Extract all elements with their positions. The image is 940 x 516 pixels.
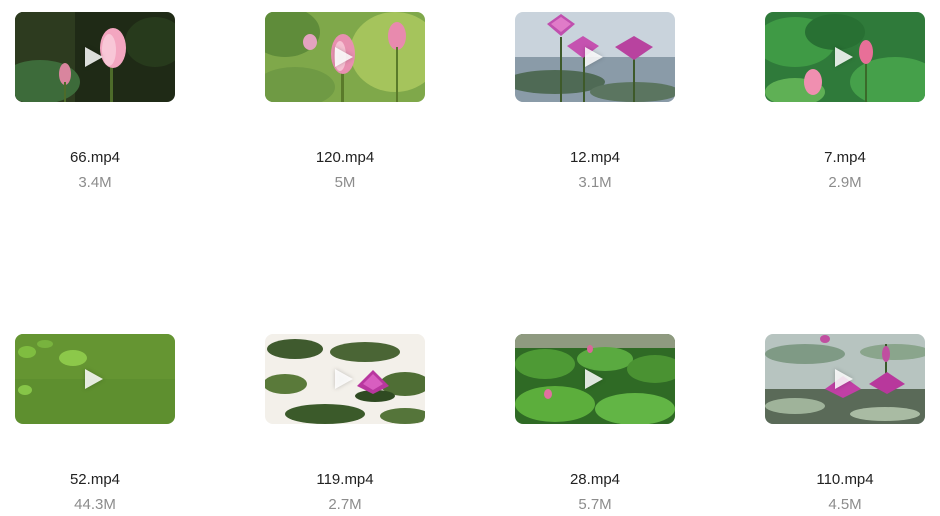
- video-card-28[interactable]: 28.mp4 5.7M: [515, 334, 675, 515]
- video-card-52[interactable]: 52.mp4 44.3M: [15, 334, 175, 515]
- video-size: 3.4M: [78, 174, 112, 191]
- play-icon: [835, 47, 853, 67]
- video-size: 5M: [334, 174, 356, 191]
- video-card-119[interactable]: 119.mp4 2.7M: [265, 334, 425, 515]
- video-name: 12.mp4: [569, 149, 621, 166]
- play-icon: [585, 47, 603, 67]
- play-icon: [585, 369, 603, 389]
- video-name: 66.mp4: [69, 149, 121, 166]
- video-card-120[interactable]: 120.mp4 5M: [265, 12, 425, 193]
- video-name: 110.mp4: [816, 471, 874, 488]
- video-thumbnail[interactable]: [265, 334, 425, 424]
- video-thumbnail[interactable]: [515, 334, 675, 424]
- video-card-66[interactable]: 66.mp4 3.4M: [15, 12, 175, 193]
- video-thumbnail[interactable]: [765, 334, 925, 424]
- video-thumbnail[interactable]: [265, 12, 425, 102]
- video-thumbnail[interactable]: [765, 12, 925, 102]
- video-card-7[interactable]: 7.mp4 2.9M: [765, 12, 925, 193]
- video-size: 5.7M: [578, 496, 612, 513]
- play-icon: [335, 47, 353, 67]
- video-grid: 66.mp4 3.4M 120.mp4 5M 12.mp4 3.1M 7.mp4…: [0, 0, 940, 516]
- video-size: 3.1M: [578, 174, 612, 191]
- video-thumbnail[interactable]: [15, 12, 175, 102]
- video-size: 44.3M: [74, 496, 116, 513]
- play-icon: [85, 369, 103, 389]
- play-icon: [335, 369, 353, 389]
- video-name: 7.mp4: [824, 149, 866, 166]
- video-size: 4.5M: [828, 496, 862, 513]
- play-icon: [85, 47, 103, 67]
- video-card-110[interactable]: 110.mp4 4.5M: [765, 334, 925, 515]
- video-card-12[interactable]: 12.mp4 3.1M: [515, 12, 675, 193]
- video-name: 52.mp4: [69, 471, 121, 488]
- video-name: 28.mp4: [569, 471, 621, 488]
- video-size: 2.7M: [328, 496, 362, 513]
- video-thumbnail[interactable]: [15, 334, 175, 424]
- play-icon: [835, 369, 853, 389]
- video-size: 2.9M: [828, 174, 862, 191]
- video-name: 119.mp4: [316, 471, 374, 488]
- video-thumbnail[interactable]: [515, 12, 675, 102]
- video-name: 120.mp4: [315, 149, 375, 166]
